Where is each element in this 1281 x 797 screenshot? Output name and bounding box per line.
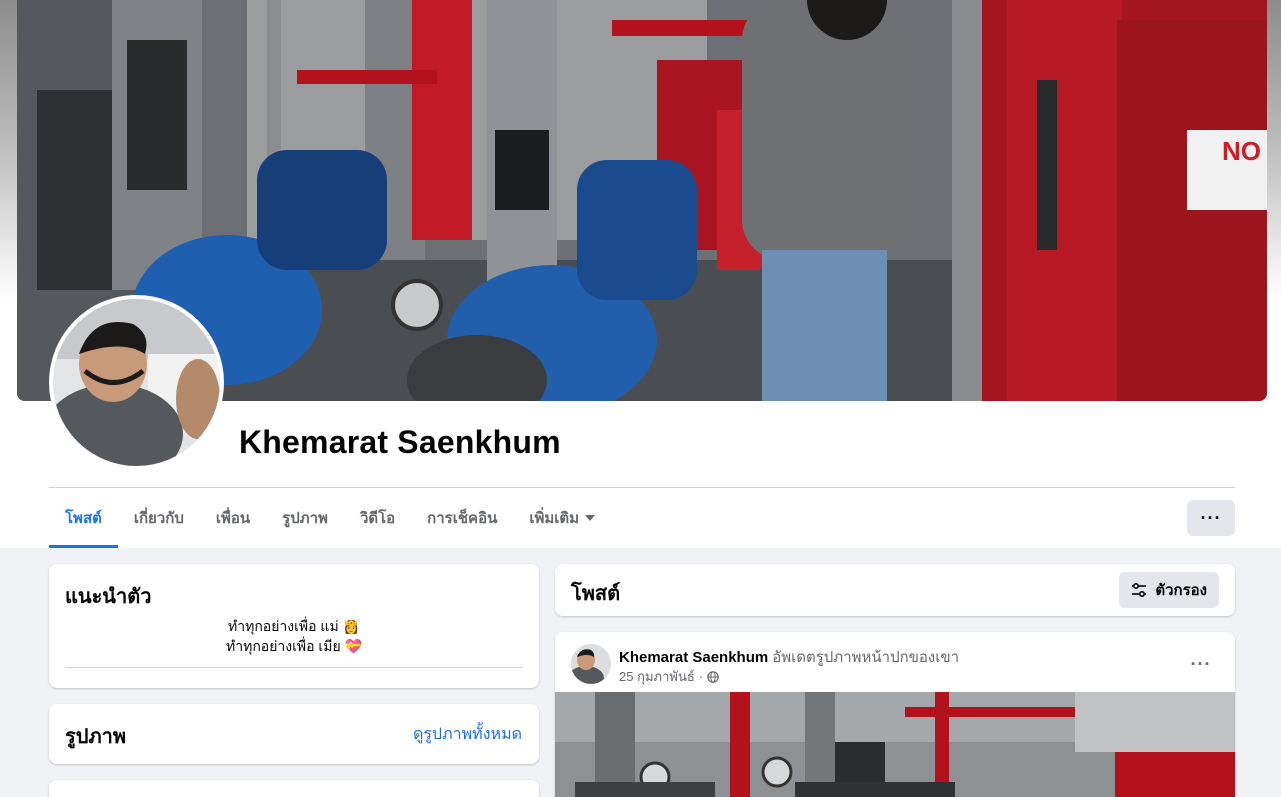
tab-photos[interactable]: รูปภาพ — [266, 488, 344, 548]
post-action-text: อัพเดตรูปภาพหน้าปกของเขา — [772, 649, 960, 666]
tab-videos[interactable]: วิดีโอ — [344, 488, 411, 548]
photos-card: รูปภาพ ดูรูปภาพทั้งหมด — [49, 704, 539, 764]
intro-card: แนะนำตัว ทำทุกอย่างเพื่อ แม่ 👸 ทำทุกอย่า… — [49, 564, 539, 688]
friends-card — [49, 780, 539, 797]
avatar-image — [571, 644, 611, 684]
post-meta: 25 กุมภาพันธ์ · — [619, 666, 719, 687]
tab-label: วิดีโอ — [359, 510, 396, 527]
tab-label: การเช็คอิน — [427, 510, 498, 527]
divider — [65, 667, 523, 668]
meta-separator: · — [698, 669, 704, 684]
filter-icon — [1132, 582, 1147, 598]
post-card: Khemarat Saenkhum อัพเดตรูปภาพหน้าปกของเข… — [555, 632, 1235, 797]
posts-header-card: โพสต์ ตัวกรอง — [555, 564, 1235, 616]
post-options-button[interactable]: ··· — [1183, 646, 1219, 682]
tab-label: โพสต์ — [65, 510, 102, 527]
tab-more[interactable]: เพิ่มเติม — [513, 488, 611, 548]
post-image[interactable] — [555, 692, 1235, 797]
svg-text:NO: NO — [1222, 136, 1261, 166]
tab-checkins[interactable]: การเช็คอิน — [411, 488, 513, 548]
profile-name: Khemarat Saenkhum — [239, 424, 561, 460]
filter-label: ตัวกรอง — [1155, 582, 1207, 599]
photos-title: รูปภาพ — [65, 726, 127, 748]
tab-label: เพิ่มเติม — [529, 510, 580, 527]
bio: ทำทุกอย่างเพื่อ แม่ 👸 ทำทุกอย่างเพื่อ เม… — [65, 616, 523, 656]
see-all-photos-link[interactable]: ดูรูปภาพทั้งหมด — [413, 722, 522, 747]
avatar-image — [53, 299, 220, 466]
profile-picture[interactable] — [49, 295, 224, 470]
avatar — [53, 299, 220, 466]
tab-about[interactable]: เกี่ยวกับ — [118, 488, 200, 548]
tab-friends[interactable]: เพื่อน — [200, 488, 266, 548]
intro-title: แนะนำตัว — [65, 586, 152, 608]
profile-more-button[interactable]: ··· — [1187, 500, 1235, 536]
tab-label: เพื่อน — [215, 510, 251, 527]
post-author-name[interactable]: Khemarat Saenkhum — [619, 649, 768, 666]
profile-tabs: โพสต์ เกี่ยวกับ เพื่อน รูปภาพ วิดีโอ การ… — [49, 488, 611, 548]
tab-label: รูปภาพ — [282, 510, 328, 527]
posts-title: โพสต์ — [571, 583, 621, 605]
bio-line: ทำทุกอย่างเพื่อ แม่ 👸 — [228, 618, 360, 634]
post-date[interactable]: 25 กุมภาพันธ์ — [619, 666, 695, 687]
bio-line: ทำทุกอย่างเพื่อ เมีย 💝 — [226, 638, 362, 654]
post-author-avatar[interactable] — [571, 644, 611, 684]
caret-down-icon — [585, 515, 596, 521]
post-photo-illustration — [555, 692, 1235, 797]
tab-posts[interactable]: โพสต์ — [49, 488, 118, 548]
globe-icon[interactable] — [707, 670, 719, 683]
tab-label: เกี่ยวกับ — [133, 510, 184, 527]
filter-button[interactable]: ตัวกรอง — [1119, 572, 1219, 608]
